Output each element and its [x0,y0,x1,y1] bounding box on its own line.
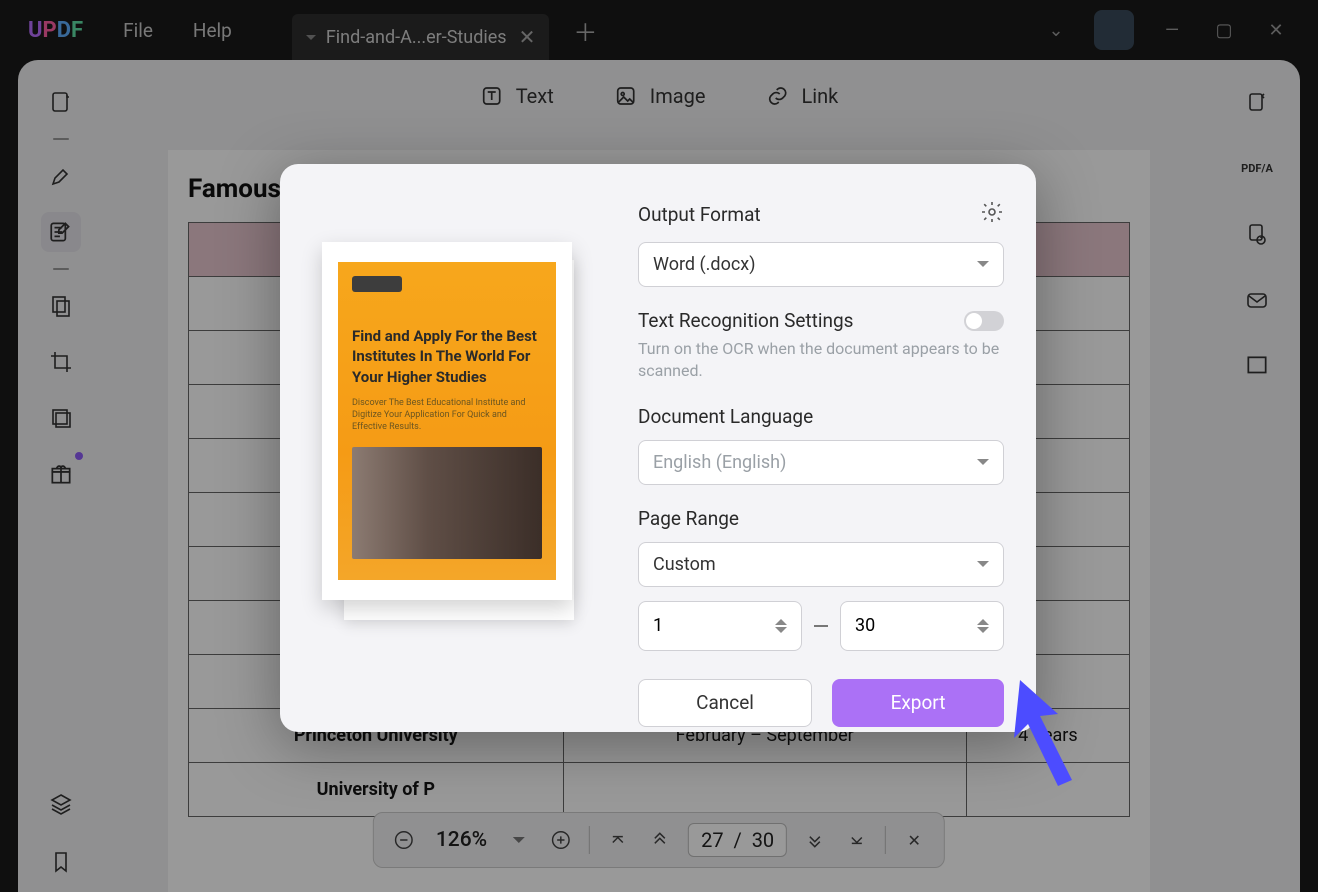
range-dash [814,625,828,627]
export-button[interactable]: Export [832,679,1004,727]
cancel-button[interactable]: Cancel [638,679,812,727]
ocr-help-text: Turn on the OCR when the document appear… [638,338,1004,383]
ocr-toggle[interactable] [964,311,1004,331]
annotation-arrow-icon [1010,680,1090,790]
range-to-input[interactable]: 30 [840,601,1004,651]
range-label: Page Range [638,507,1004,530]
output-format-select[interactable]: Word (.docx) [638,242,1004,287]
lang-value: English (English) [653,452,786,473]
stepper-down-icon[interactable] [977,627,989,639]
stepper-up-icon[interactable] [775,613,787,625]
output-settings-button[interactable] [980,200,1004,228]
preview-title: Find and Apply For the Best Institutes I… [352,326,542,387]
range-select[interactable]: Custom [638,542,1004,587]
chevron-down-icon [977,459,989,471]
preview-logo [352,276,402,292]
preview-subtitle: Discover The Best Educational Institute … [352,397,542,433]
range-from-value: 1 [653,615,663,636]
chevron-down-icon [977,261,989,273]
ocr-label: Text Recognition Settings [638,309,853,332]
chevron-down-icon [977,561,989,573]
preview-image [352,447,542,559]
output-format-value: Word (.docx) [653,254,755,275]
lang-select[interactable]: English (English) [638,440,1004,485]
export-modal: Find and Apply For the Best Institutes I… [280,164,1036,732]
export-preview: Find and Apply For the Best Institutes I… [316,242,580,622]
lang-label: Document Language [638,405,1004,428]
range-from-input[interactable]: 1 [638,601,802,651]
stepper-up-icon[interactable] [977,613,989,625]
range-value: Custom [653,554,716,575]
output-format-label: Output Format [638,203,761,226]
range-to-value: 30 [855,615,875,636]
stepper-down-icon[interactable] [775,627,787,639]
